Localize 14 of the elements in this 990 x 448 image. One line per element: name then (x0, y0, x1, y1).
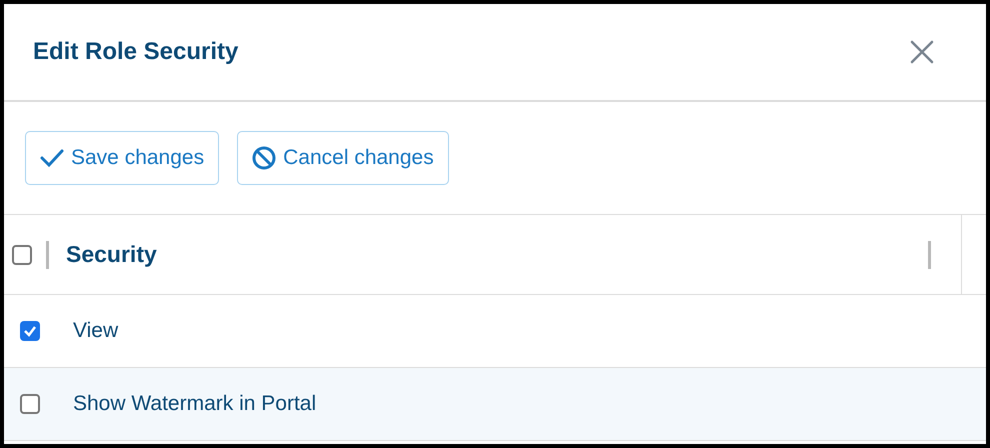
table-cell-text: Show Watermark in Portal (73, 391, 316, 418)
save-button[interactable]: Save changes (25, 131, 220, 185)
checkbox[interactable] (12, 244, 32, 264)
row-highlight[interactable]: Show Watermark in Portal (4, 368, 986, 441)
dialog-title: Edit Role Security (33, 37, 238, 67)
checkbox[interactable] (20, 321, 40, 341)
check-icon (40, 148, 64, 168)
close-button[interactable] (908, 38, 936, 66)
prohibited-icon (252, 146, 276, 170)
checkmark-icon (23, 324, 37, 338)
table-cell-text: View (73, 318, 118, 344)
cancel-button[interactable]: Cancel changes (237, 131, 449, 185)
column-header[interactable]: Security (66, 237, 928, 272)
checkbox[interactable] (20, 394, 40, 414)
